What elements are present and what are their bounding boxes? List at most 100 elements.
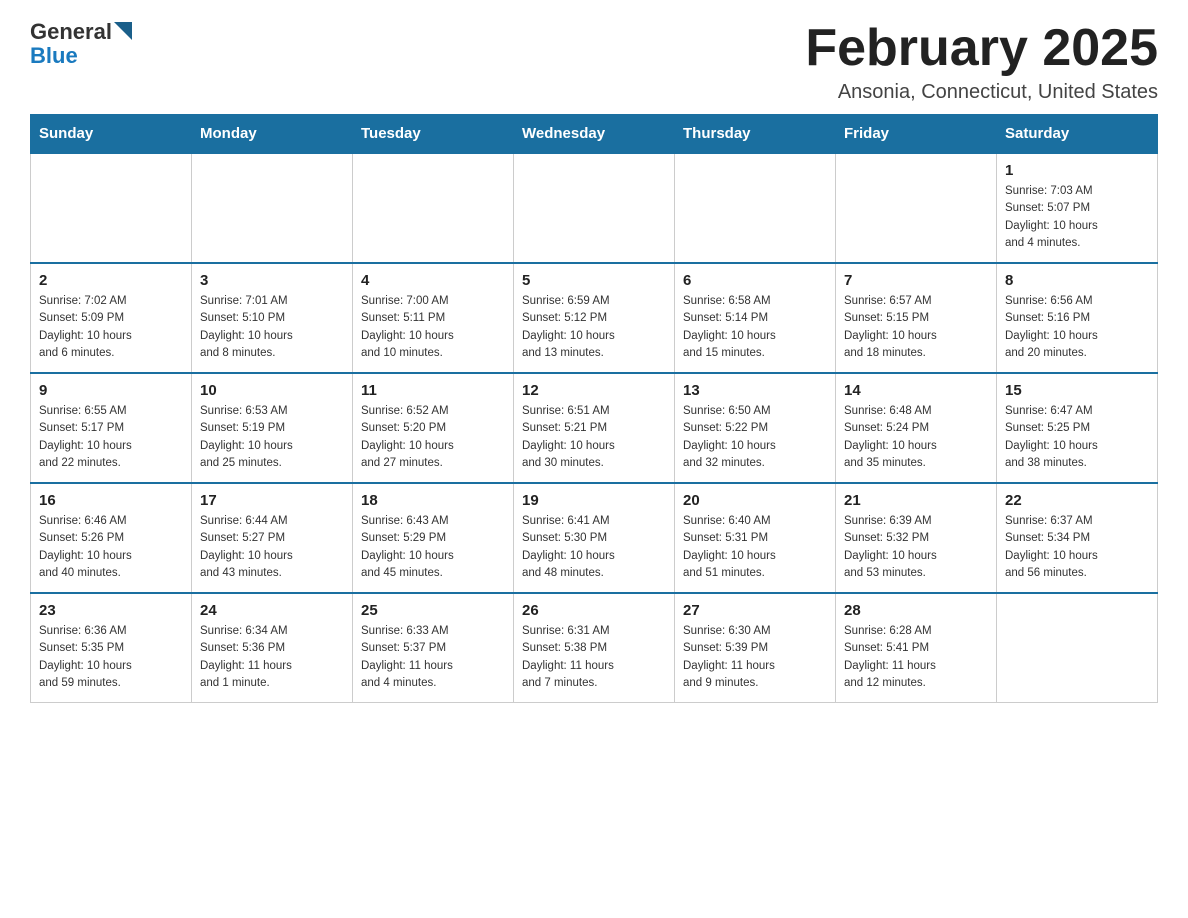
logo-arrow-icon bbox=[114, 22, 132, 40]
calendar-week-5: 23 Sunrise: 6:36 AMSunset: 5:35 PMDayligh… bbox=[31, 593, 1158, 703]
day-number: 18 bbox=[361, 492, 505, 509]
weekday-header-row: SundayMondayTuesdayWednesdayThursdayFrid… bbox=[31, 115, 1158, 154]
calendar-cell: 6 Sunrise: 6:58 AMSunset: 5:14 PMDaylight… bbox=[675, 263, 836, 373]
day-info: Sunrise: 6:53 AMSunset: 5:19 PMDaylight:… bbox=[200, 403, 344, 472]
calendar: SundayMondayTuesdayWednesdayThursdayFrid… bbox=[30, 114, 1158, 703]
day-info: Sunrise: 6:55 AMSunset: 5:17 PMDaylight:… bbox=[39, 403, 183, 472]
calendar-cell: 18 Sunrise: 6:43 AMSunset: 5:29 PMDayligh… bbox=[353, 483, 514, 593]
day-info: Sunrise: 6:28 AMSunset: 5:41 PMDaylight:… bbox=[844, 623, 988, 692]
day-number: 8 bbox=[1005, 272, 1149, 289]
day-info: Sunrise: 6:50 AMSunset: 5:22 PMDaylight:… bbox=[683, 403, 827, 472]
calendar-cell bbox=[675, 153, 836, 263]
day-info: Sunrise: 6:31 AMSunset: 5:38 PMDaylight:… bbox=[522, 623, 666, 692]
day-number: 16 bbox=[39, 492, 183, 509]
calendar-week-1: 1 Sunrise: 7:03 AMSunset: 5:07 PMDaylight… bbox=[31, 153, 1158, 263]
day-number: 15 bbox=[1005, 382, 1149, 399]
day-number: 25 bbox=[361, 602, 505, 619]
logo-blue: Blue bbox=[30, 44, 78, 68]
calendar-cell: 4 Sunrise: 7:00 AMSunset: 5:11 PMDaylight… bbox=[353, 263, 514, 373]
weekday-header-thursday: Thursday bbox=[675, 115, 836, 154]
day-info: Sunrise: 6:48 AMSunset: 5:24 PMDaylight:… bbox=[844, 403, 988, 472]
day-number: 9 bbox=[39, 382, 183, 399]
calendar-cell: 5 Sunrise: 6:59 AMSunset: 5:12 PMDaylight… bbox=[514, 263, 675, 373]
day-info: Sunrise: 6:33 AMSunset: 5:37 PMDaylight:… bbox=[361, 623, 505, 692]
page-header: General Blue February 2025 Ansonia, Conn… bbox=[30, 20, 1158, 104]
day-info: Sunrise: 7:02 AMSunset: 5:09 PMDaylight:… bbox=[39, 293, 183, 362]
location: Ansonia, Connecticut, United States bbox=[805, 81, 1158, 104]
day-number: 23 bbox=[39, 602, 183, 619]
calendar-cell: 25 Sunrise: 6:33 AMSunset: 5:37 PMDayligh… bbox=[353, 593, 514, 703]
weekday-header-wednesday: Wednesday bbox=[514, 115, 675, 154]
day-info: Sunrise: 6:41 AMSunset: 5:30 PMDaylight:… bbox=[522, 513, 666, 582]
calendar-cell: 9 Sunrise: 6:55 AMSunset: 5:17 PMDaylight… bbox=[31, 373, 192, 483]
weekday-header-tuesday: Tuesday bbox=[353, 115, 514, 154]
day-number: 20 bbox=[683, 492, 827, 509]
day-info: Sunrise: 6:44 AMSunset: 5:27 PMDaylight:… bbox=[200, 513, 344, 582]
day-info: Sunrise: 7:01 AMSunset: 5:10 PMDaylight:… bbox=[200, 293, 344, 362]
calendar-cell bbox=[514, 153, 675, 263]
day-info: Sunrise: 6:34 AMSunset: 5:36 PMDaylight:… bbox=[200, 623, 344, 692]
day-number: 5 bbox=[522, 272, 666, 289]
calendar-cell: 3Sunrise: 7:01 AMSunset: 5:10 PMDaylight… bbox=[192, 263, 353, 373]
weekday-header-monday: Monday bbox=[192, 115, 353, 154]
calendar-cell: 8 Sunrise: 6:56 AMSunset: 5:16 PMDaylight… bbox=[997, 263, 1158, 373]
day-info: Sunrise: 6:56 AMSunset: 5:16 PMDaylight:… bbox=[1005, 293, 1149, 362]
calendar-cell: 10 Sunrise: 6:53 AMSunset: 5:19 PMDayligh… bbox=[192, 373, 353, 483]
day-info: Sunrise: 6:52 AMSunset: 5:20 PMDaylight:… bbox=[361, 403, 505, 472]
calendar-cell: 27 Sunrise: 6:30 AMSunset: 5:39 PMDayligh… bbox=[675, 593, 836, 703]
logo: General Blue bbox=[30, 20, 132, 68]
day-number: 7 bbox=[844, 272, 988, 289]
day-info: Sunrise: 6:46 AMSunset: 5:26 PMDaylight:… bbox=[39, 513, 183, 582]
day-info: Sunrise: 6:43 AMSunset: 5:29 PMDaylight:… bbox=[361, 513, 505, 582]
calendar-cell: 11 Sunrise: 6:52 AMSunset: 5:20 PMDayligh… bbox=[353, 373, 514, 483]
day-number: 19 bbox=[522, 492, 666, 509]
logo-general: General bbox=[30, 20, 112, 44]
calendar-cell: 26Sunrise: 6:31 AMSunset: 5:38 PMDayligh… bbox=[514, 593, 675, 703]
day-number: 22 bbox=[1005, 492, 1149, 509]
day-info: Sunrise: 6:39 AMSunset: 5:32 PMDaylight:… bbox=[844, 513, 988, 582]
calendar-cell: 21 Sunrise: 6:39 AMSunset: 5:32 PMDayligh… bbox=[836, 483, 997, 593]
calendar-cell: 23 Sunrise: 6:36 AMSunset: 5:35 PMDayligh… bbox=[31, 593, 192, 703]
calendar-cell: 1 Sunrise: 7:03 AMSunset: 5:07 PMDaylight… bbox=[997, 153, 1158, 263]
day-number: 14 bbox=[844, 382, 988, 399]
weekday-header-saturday: Saturday bbox=[997, 115, 1158, 154]
calendar-cell bbox=[836, 153, 997, 263]
day-number: 10 bbox=[200, 382, 344, 399]
day-number: 21 bbox=[844, 492, 988, 509]
day-info: Sunrise: 6:40 AMSunset: 5:31 PMDaylight:… bbox=[683, 513, 827, 582]
day-info: Sunrise: 7:00 AMSunset: 5:11 PMDaylight:… bbox=[361, 293, 505, 362]
calendar-cell: 12 Sunrise: 6:51 AMSunset: 5:21 PMDayligh… bbox=[514, 373, 675, 483]
weekday-header-sunday: Sunday bbox=[31, 115, 192, 154]
calendar-cell bbox=[353, 153, 514, 263]
calendar-cell: 20 Sunrise: 6:40 AMSunset: 5:31 PMDayligh… bbox=[675, 483, 836, 593]
calendar-cell bbox=[192, 153, 353, 263]
day-number: 28 bbox=[844, 602, 988, 619]
calendar-cell: 13Sunrise: 6:50 AMSunset: 5:22 PMDayligh… bbox=[675, 373, 836, 483]
calendar-cell: 14 Sunrise: 6:48 AMSunset: 5:24 PMDayligh… bbox=[836, 373, 997, 483]
day-info: Sunrise: 7:03 AMSunset: 5:07 PMDaylight:… bbox=[1005, 183, 1149, 252]
day-number: 2 bbox=[39, 272, 183, 289]
calendar-cell: 28 Sunrise: 6:28 AMSunset: 5:41 PMDayligh… bbox=[836, 593, 997, 703]
day-info: Sunrise: 6:47 AMSunset: 5:25 PMDaylight:… bbox=[1005, 403, 1149, 472]
day-number: 17 bbox=[200, 492, 344, 509]
day-info: Sunrise: 6:59 AMSunset: 5:12 PMDaylight:… bbox=[522, 293, 666, 362]
day-info: Sunrise: 6:58 AMSunset: 5:14 PMDaylight:… bbox=[683, 293, 827, 362]
day-number: 1 bbox=[1005, 162, 1149, 179]
day-number: 6 bbox=[683, 272, 827, 289]
day-number: 12 bbox=[522, 382, 666, 399]
day-number: 11 bbox=[361, 382, 505, 399]
day-info: Sunrise: 6:57 AMSunset: 5:15 PMDaylight:… bbox=[844, 293, 988, 362]
day-number: 4 bbox=[361, 272, 505, 289]
day-number: 27 bbox=[683, 602, 827, 619]
calendar-cell: 2 Sunrise: 7:02 AMSunset: 5:09 PMDaylight… bbox=[31, 263, 192, 373]
day-info: Sunrise: 6:51 AMSunset: 5:21 PMDaylight:… bbox=[522, 403, 666, 472]
calendar-cell bbox=[997, 593, 1158, 703]
day-info: Sunrise: 6:36 AMSunset: 5:35 PMDaylight:… bbox=[39, 623, 183, 692]
day-info: Sunrise: 6:30 AMSunset: 5:39 PMDaylight:… bbox=[683, 623, 827, 692]
calendar-cell: 22Sunrise: 6:37 AMSunset: 5:34 PMDayligh… bbox=[997, 483, 1158, 593]
weekday-header-friday: Friday bbox=[836, 115, 997, 154]
calendar-cell: 16 Sunrise: 6:46 AMSunset: 5:26 PMDayligh… bbox=[31, 483, 192, 593]
calendar-cell: 19 Sunrise: 6:41 AMSunset: 5:30 PMDayligh… bbox=[514, 483, 675, 593]
calendar-week-4: 16 Sunrise: 6:46 AMSunset: 5:26 PMDayligh… bbox=[31, 483, 1158, 593]
calendar-cell: 24Sunrise: 6:34 AMSunset: 5:36 PMDayligh… bbox=[192, 593, 353, 703]
